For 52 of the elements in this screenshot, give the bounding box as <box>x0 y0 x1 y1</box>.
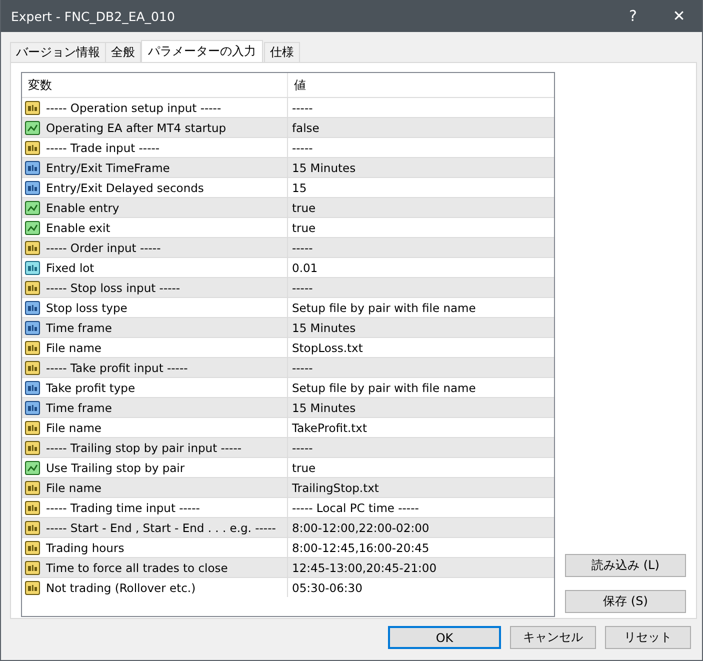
table-cell[interactable]: Setup file by pair with file name <box>288 298 554 317</box>
table-cell[interactable]: Setup file by pair with file name <box>288 378 554 397</box>
table-cell[interactable]: 8:00-12:45,16:00-20:45 <box>288 538 554 557</box>
table-cell[interactable]: ----- <box>288 98 554 117</box>
window-title: Expert - FNC_DB2_EA_010 <box>10 8 176 24</box>
table-cell[interactable]: ----- Take profit input ----- <box>22 358 288 377</box>
table-cell[interactable]: Time frame <box>22 318 288 337</box>
table-cell[interactable]: ----- Start - End , Start - End . . . e.g. ----- <box>22 518 288 537</box>
table-cell[interactable]: ----- Local PC time ----- <box>288 498 554 517</box>
table-cell[interactable]: Time frame <box>22 398 288 417</box>
table-cell[interactable]: 15 Minutes <box>288 398 554 417</box>
table-cell[interactable]: ----- <box>288 278 554 297</box>
action-button[interactable]: 保存 (S) <box>565 590 686 613</box>
table-cell[interactable]: ----- Stop loss input ----- <box>22 278 288 297</box>
table-cell[interactable]: 12:45-13:00,20:45-21:00 <box>288 558 554 577</box>
table-cell[interactable]: true <box>288 458 554 477</box>
help-button[interactable]: ? <box>610 0 656 32</box>
dialog-button[interactable]: キャンセル <box>510 626 596 649</box>
table-cell[interactable]: TrailingStop.txt <box>288 478 554 497</box>
table-cell[interactable]: 05:30-06:30 <box>288 578 554 597</box>
table-cell[interactable]: ----- <box>288 438 554 457</box>
action-button[interactable]: 読み込み (L) <box>565 554 686 577</box>
column-header: 変数 <box>22 73 288 97</box>
table-cell[interactable]: File name <box>22 478 288 497</box>
table-cell[interactable]: Not trading (Rollover etc.) <box>22 578 288 597</box>
table-cell[interactable]: ----- <box>288 358 554 377</box>
table-cell[interactable]: ----- <box>288 138 554 157</box>
table-cell[interactable]: StopLoss.txt <box>288 338 554 357</box>
table-cell[interactable]: ----- Order input ----- <box>22 238 288 257</box>
table-cell[interactable]: 15 Minutes <box>288 158 554 177</box>
tab[interactable]: バージョン情報 <box>10 42 106 62</box>
table-cell[interactable]: Operating EA after MT4 startup <box>22 118 288 137</box>
dialog-button[interactable]: OK <box>388 626 501 649</box>
table-cell[interactable]: ----- Trailing stop by pair input ----- <box>22 438 288 457</box>
tab[interactable]: パラメーターの入力 <box>141 40 263 62</box>
tab[interactable]: 全般 <box>105 42 141 62</box>
table-cell[interactable]: 8:00-12:00,22:00-02:00 <box>288 518 554 537</box>
table-cell[interactable]: ----- <box>288 238 554 257</box>
table-cell[interactable]: 0.01 <box>288 258 554 277</box>
table-cell[interactable]: Entry/Exit TimeFrame <box>22 158 288 177</box>
table-cell[interactable]: true <box>288 218 554 237</box>
tab[interactable]: 仕様 <box>264 42 300 62</box>
column-header: 値 <box>293 76 307 94</box>
table-cell[interactable]: true <box>288 198 554 217</box>
table-cell[interactable]: false <box>288 118 554 137</box>
table-cell[interactable]: TakeProfit.txt <box>288 418 554 437</box>
table-cell[interactable]: 15 Minutes <box>288 318 554 337</box>
table-cell[interactable]: 15 <box>288 178 554 197</box>
table-cell[interactable]: Time to force all trades to close <box>22 558 288 577</box>
close-button[interactable]: ✕ <box>656 0 702 32</box>
table-cell[interactable]: Enable entry <box>22 198 288 217</box>
dialog-button[interactable]: リセット <box>605 626 691 649</box>
